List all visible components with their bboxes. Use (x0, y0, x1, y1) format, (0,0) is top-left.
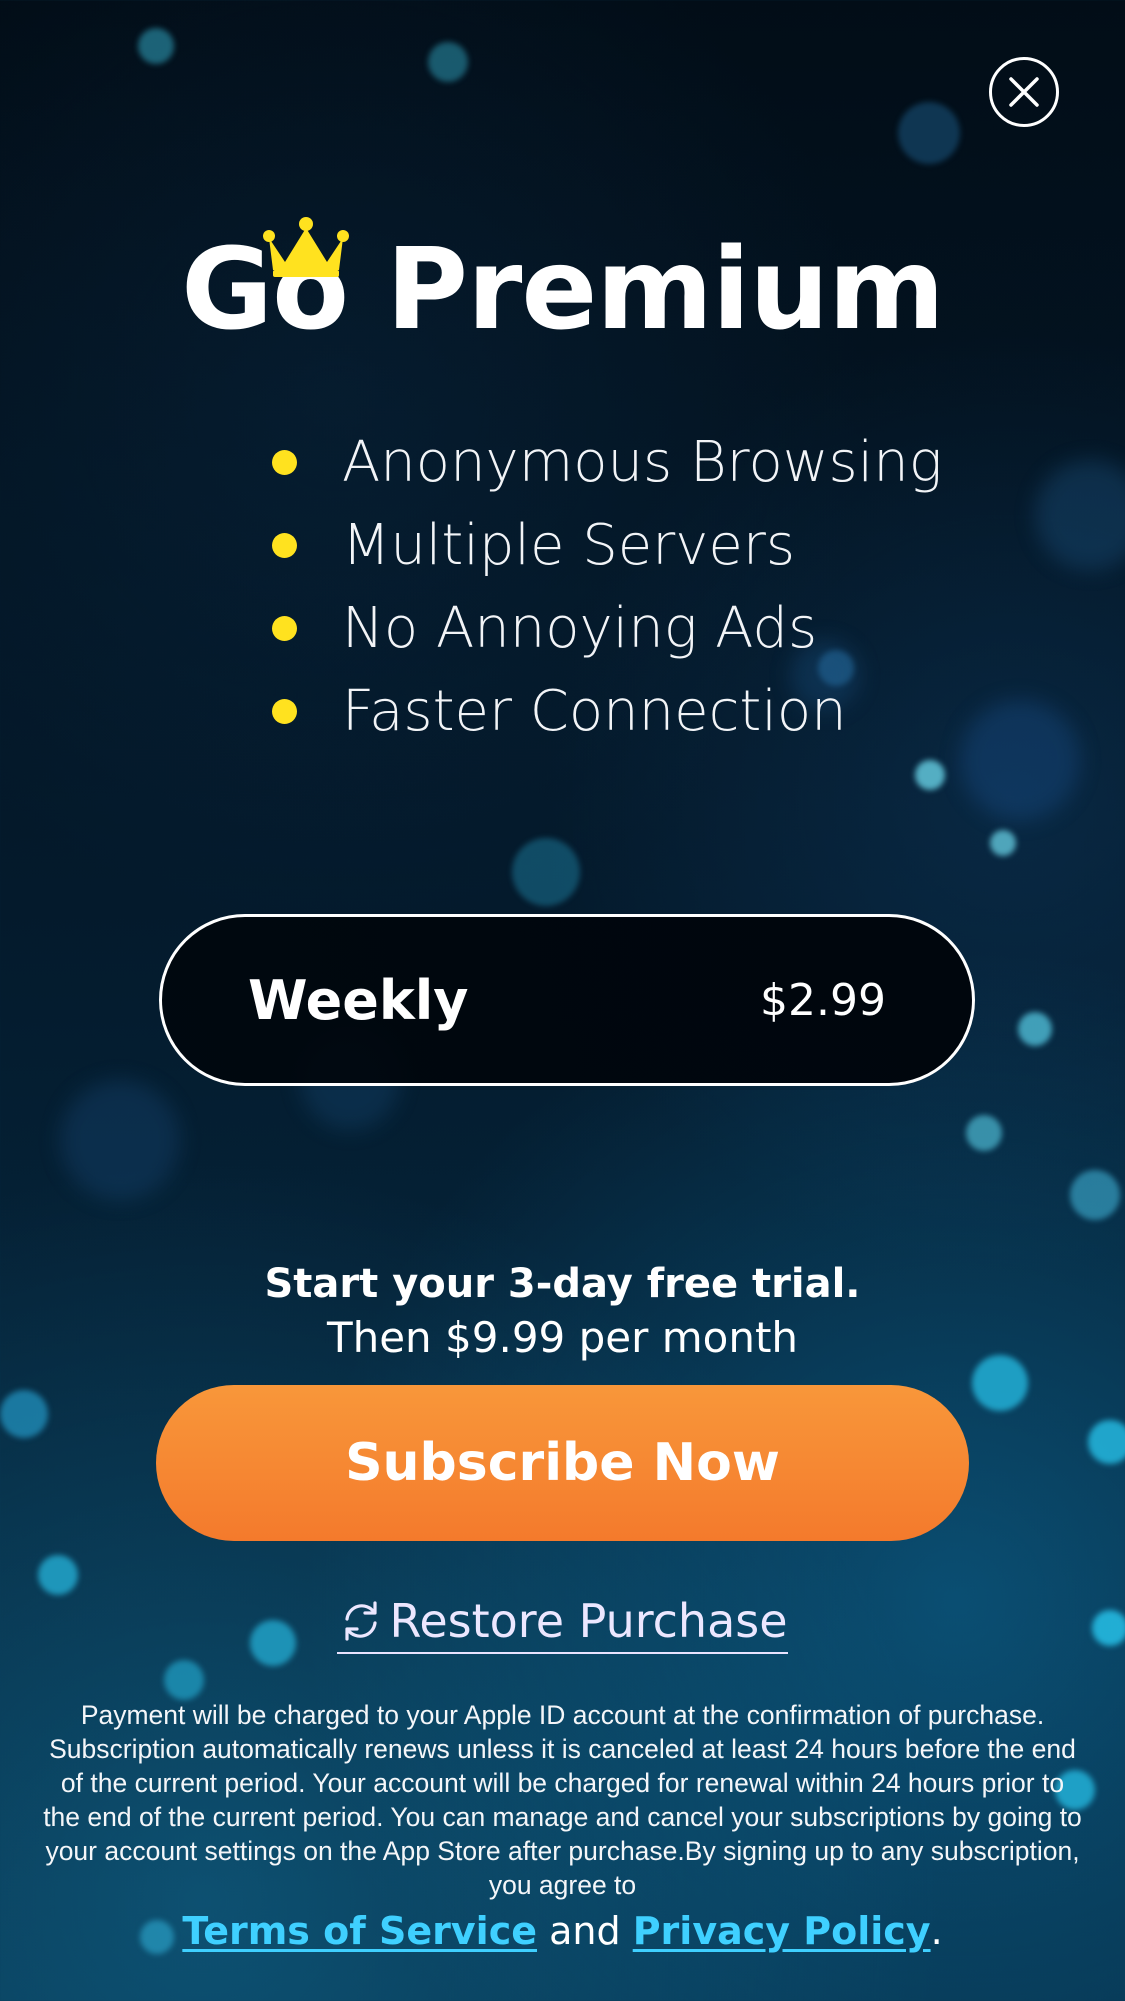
refresh-icon (345, 1601, 378, 1641)
plan-price: $2.99 (760, 974, 886, 1026)
crown-icon (263, 217, 350, 277)
bullet-icon (272, 616, 297, 641)
legal-text: Payment will be charged to your Apple ID… (43, 1700, 1082, 1900)
feature-item: No Annoying Ads (270, 591, 942, 674)
period-text: . (930, 1909, 943, 1953)
legal-links: Terms of Service and Privacy Policy. (0, 1906, 1125, 1956)
feature-item: Anonymous Browsing (270, 425, 942, 508)
restore-purchase-label: Restore Purchase (389, 1594, 788, 1648)
title-area: Go Premium (0, 217, 1125, 360)
close-icon (1009, 77, 1039, 107)
restore-purchase-content: Restore Purchase (337, 1592, 788, 1654)
subscribe-label: Subscribe Now (345, 1433, 780, 1493)
feature-label: No Annoying Ads (342, 596, 818, 661)
terms-of-service-link[interactable]: Terms of Service (182, 1909, 537, 1953)
plan-name: Weekly (248, 968, 469, 1032)
close-button[interactable] (989, 57, 1059, 127)
page-title-container: Go Premium (181, 217, 945, 360)
and-text: and (549, 1909, 621, 1953)
bullet-icon (272, 450, 297, 475)
bullet-icon (272, 699, 297, 724)
trial-subtext: Then $9.99 per month (326, 1313, 799, 1362)
restore-purchase-link[interactable]: Restore Purchase (0, 1592, 1125, 1654)
feature-label: Anonymous Browsing (342, 430, 943, 495)
feature-item: Faster Connection (270, 674, 942, 757)
feature-item: Multiple Servers (270, 508, 942, 591)
subscribe-button[interactable]: Subscribe Now (156, 1385, 969, 1541)
bullet-icon (272, 533, 297, 558)
plan-option-weekly[interactable]: Weekly $2.99 (159, 914, 975, 1086)
feature-label: Multiple Servers (342, 513, 796, 578)
privacy-policy-link[interactable]: Privacy Policy (633, 1909, 931, 1953)
trial-heading: Start your 3-day free trial. (264, 1261, 861, 1307)
feature-label: Faster Connection (342, 679, 847, 744)
feature-list: Anonymous Browsing Multiple Servers No A… (270, 425, 942, 757)
